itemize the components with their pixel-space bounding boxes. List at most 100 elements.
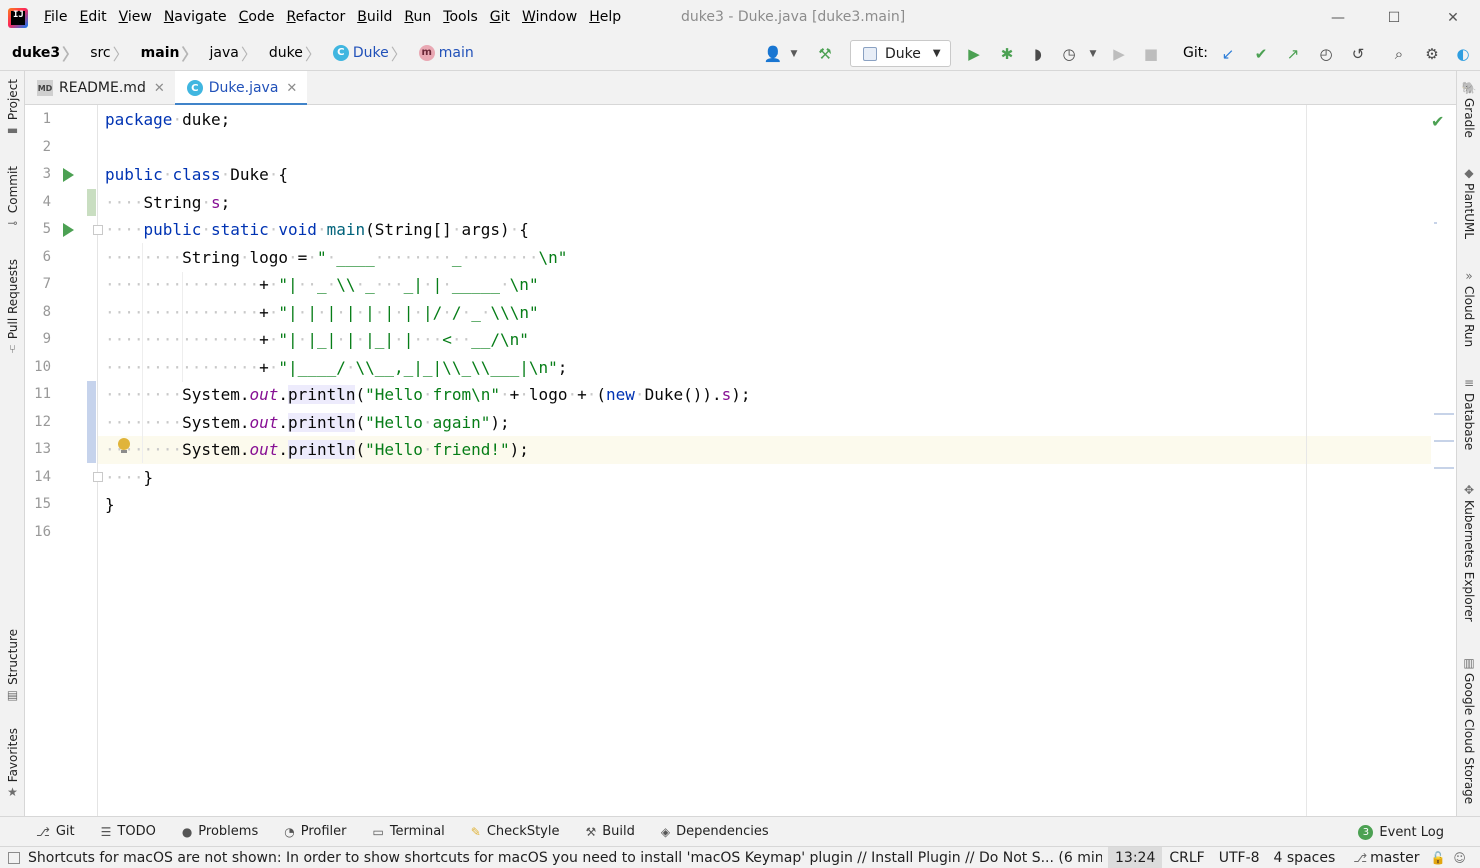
close-window-button[interactable]: ✕ <box>1430 0 1476 35</box>
scroll-marker[interactable] <box>1434 440 1454 442</box>
rollback-icon[interactable]: ↺ <box>1347 44 1369 64</box>
tool-problems[interactable]: ● Problems <box>174 817 266 847</box>
tool-kubernetes-explorer[interactable]: ✥ Kubernetes Explorer <box>1457 483 1480 622</box>
code-line: ················+·"|____/·\\__,_|_|\\_\\… <box>105 357 568 377</box>
plugin-icon[interactable]: ◐ <box>1452 44 1474 64</box>
fold-icon[interactable] <box>93 225 103 235</box>
scroll-marker[interactable] <box>1434 413 1454 415</box>
breadcrumb-separator: 〉 <box>62 44 79 64</box>
menu-refactor[interactable]: Refactor <box>280 0 351 35</box>
menu-edit[interactable]: Edit <box>73 0 112 35</box>
vcs-change-marker[interactable] <box>87 381 96 463</box>
tool-database[interactable]: ≡ Database <box>1457 376 1480 450</box>
menu-tools[interactable]: Tools <box>437 0 484 35</box>
line-number: 11 <box>34 386 51 402</box>
tool-todo[interactable]: ☰ TODO <box>93 817 164 847</box>
profile-icon[interactable]: ◷ <box>1058 44 1080 64</box>
run-icon[interactable]: ▶ <box>963 44 985 64</box>
chevron-down-icon[interactable]: ▼ <box>1082 44 1104 64</box>
menu-code[interactable]: Code <box>233 0 281 35</box>
tool-google-cloud-storage[interactable]: ▥ Google Cloud Storage <box>1457 656 1480 804</box>
breadcrumb-java[interactable]: java 〉 <box>203 35 262 71</box>
breadcrumb-method[interactable]: m main <box>413 35 480 71</box>
run-gutter-icon[interactable] <box>63 223 74 237</box>
git-commit-icon[interactable]: ✔ <box>1250 44 1272 64</box>
coverage-icon[interactable]: ◗ <box>1027 44 1049 64</box>
tool-profiler[interactable]: ◔ Profiler <box>276 817 354 847</box>
fold-icon[interactable] <box>93 472 103 482</box>
caret-position[interactable]: 13:24 <box>1108 846 1163 868</box>
tab-readme[interactable]: MD README.md ✕ <box>25 71 175 105</box>
menu-run[interactable]: Run <box>398 0 437 35</box>
tool-checkstyle[interactable]: ✎ CheckStyle <box>463 817 568 847</box>
tool-project[interactable]: Project ▬ <box>0 79 25 137</box>
scroll-marker[interactable] <box>1434 467 1454 469</box>
breadcrumb-src[interactable]: src 〉 <box>84 35 134 71</box>
maximize-button[interactable]: ☐ <box>1371 0 1417 35</box>
tool-favorites[interactable]: Favorites ★ <box>0 728 25 799</box>
tool-dependencies[interactable]: ◈ Dependencies <box>653 817 777 847</box>
tool-label: Git <box>55 824 75 839</box>
resume-icon[interactable]: ▶ <box>1108 44 1130 64</box>
breadcrumb-package[interactable]: duke 〉 <box>263 35 327 71</box>
breadcrumb-project[interactable]: duke3 〉 <box>0 35 84 71</box>
menu-help[interactable]: Help <box>583 0 627 35</box>
breadcrumb-class[interactable]: C Duke 〉 <box>327 35 413 71</box>
event-log-button[interactable]: 3 Event Log <box>1358 817 1444 847</box>
kubernetes-icon: ✥ <box>1463 483 1475 497</box>
minimize-button[interactable]: — <box>1315 0 1361 35</box>
checkstyle-icon: ✎ <box>470 824 481 839</box>
tool-build[interactable]: ⚒ Build <box>578 817 643 847</box>
menu-build[interactable]: Build <box>351 0 398 35</box>
menu-label: indow <box>535 9 578 25</box>
settings-icon[interactable]: ⚙ <box>1421 44 1443 64</box>
status-message[interactable]: Shortcuts for macOS are not shown: In or… <box>28 850 1102 866</box>
intellij-logo-icon[interactable]: IJ <box>8 7 28 28</box>
git-branch-widget[interactable]: ⎇ master <box>1342 847 1426 868</box>
user-icon[interactable]: 👤 <box>762 44 784 64</box>
class-icon: C <box>186 80 203 96</box>
chevron-down-icon: ▼ <box>932 48 941 59</box>
run-gutter-icon[interactable] <box>63 168 74 182</box>
hammer-icon[interactable]: ⚒ <box>814 44 836 64</box>
menu-file[interactable]: File <box>38 0 73 35</box>
close-icon[interactable]: ✕ <box>154 81 165 96</box>
stop-icon[interactable]: ■ <box>1140 44 1162 64</box>
lightbulb-icon[interactable] <box>118 438 130 453</box>
line-separator[interactable]: CRLF <box>1162 847 1211 868</box>
tool-terminal[interactable]: ▭ Terminal <box>364 817 452 847</box>
tool-commit[interactable]: Commit ⊸ <box>0 166 25 230</box>
pull-request-icon: ⑂ <box>8 342 17 357</box>
search-icon[interactable]: ⌕ <box>1388 44 1410 64</box>
scroll-marker[interactable] <box>1434 222 1437 224</box>
tool-label: Profiler <box>300 824 347 839</box>
tool-plantuml[interactable]: ◆ PlantUML <box>1457 166 1480 239</box>
close-icon[interactable]: ✕ <box>286 81 297 96</box>
inspection-ok-icon[interactable]: ✔ <box>1431 112 1444 131</box>
vcs-change-marker[interactable] <box>87 189 96 216</box>
toggle-tool-windows-icon[interactable] <box>8 851 20 864</box>
tool-pull-requests[interactable]: Pull Requests ⑂ <box>0 259 25 356</box>
tool-structure[interactable]: Structure ▤ <box>0 629 25 702</box>
history-icon[interactable]: ◴ <box>1315 44 1337 64</box>
tab-duke-java[interactable]: C Duke.java ✕ <box>174 71 308 106</box>
menu-git[interactable]: Git <box>484 0 516 35</box>
lock-icon[interactable]: 🔓 <box>1430 851 1445 865</box>
debug-icon[interactable]: ✱ <box>996 44 1018 64</box>
menu-window[interactable]: Window <box>516 0 583 35</box>
chevron-down-icon[interactable]: ▼ <box>783 44 805 64</box>
breadcrumb-label: java <box>209 44 239 61</box>
git-update-icon[interactable]: ↙ <box>1217 44 1239 64</box>
menu-view[interactable]: View <box>113 0 158 35</box>
file-encoding[interactable]: UTF-8 <box>1212 847 1267 868</box>
inspector-icon[interactable]: ☺ <box>1453 851 1466 865</box>
tool-gradle[interactable]: 🐘 Gradle <box>1457 81 1480 138</box>
line-number: 16 <box>34 523 51 540</box>
indent-setting[interactable]: 4 spaces <box>1267 847 1343 868</box>
menu-navigate[interactable]: Navigate <box>158 0 233 35</box>
breadcrumb-module[interactable]: main 〉 <box>135 35 204 71</box>
run-configuration-select[interactable]: Duke ▼ <box>850 40 951 67</box>
tool-cloud-run[interactable]: » Cloud Run <box>1457 269 1480 347</box>
git-push-icon[interactable]: ↗ <box>1282 44 1304 64</box>
tool-git[interactable]: ⎇ Git <box>28 817 83 847</box>
